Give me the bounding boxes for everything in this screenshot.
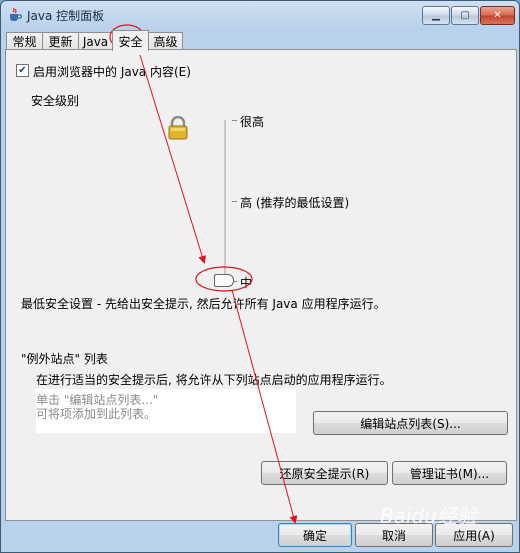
minimize-button[interactable]: ▁ (422, 6, 450, 25)
slider-tick (232, 201, 237, 202)
restore-security-prompts-button[interactable]: 还原安全提示(R) (261, 461, 388, 485)
security-panel: ✔ 启用浏览器中的 Java 内容(E) 安全级别 很高 高 (推荐的最低设置)… (5, 49, 517, 521)
exception-site-list[interactable]: 单击 "编辑站点列表..." 可将项添加到此列表。 (36, 389, 296, 433)
slider-tick (232, 120, 237, 121)
list-placeholder-line2: 可将项添加到此列表。 (36, 407, 157, 421)
close-button[interactable]: ✕ (480, 6, 515, 25)
maximize-icon: ▢ (460, 10, 470, 21)
ok-button[interactable]: 确定 (278, 523, 352, 547)
enable-java-checkbox[interactable]: ✔ (16, 64, 29, 77)
edit-site-list-button[interactable]: 编辑站点列表(S)... (313, 411, 508, 435)
exception-sites-description: 在进行适当的安全提示后, 将允许从下列站点启动的应用程序运行。 (36, 373, 392, 387)
tab-general[interactable]: 常规 (6, 32, 43, 50)
close-icon: ✕ (493, 10, 502, 21)
lock-icon (168, 116, 188, 140)
java-cup-icon (10, 7, 23, 21)
window-title: Java 控制面板 (27, 9, 105, 23)
level-high-label: 高 (推荐的最低设置) (240, 196, 350, 210)
enable-java-label[interactable]: 启用浏览器中的 Java 内容(E) (33, 63, 191, 80)
exception-sites-heading: "例外站点" 列表 (21, 352, 108, 366)
tab-update[interactable]: 更新 (42, 32, 79, 50)
watermark: Baidu经验 (380, 504, 477, 528)
maximize-button[interactable]: ▢ (451, 6, 479, 25)
tab-java[interactable]: Java (78, 32, 113, 50)
slider-thumb[interactable] (214, 274, 234, 287)
security-level-slider[interactable] (224, 120, 226, 278)
tab-security[interactable]: 安全 (112, 30, 149, 51)
level-medium-label: 中 (240, 276, 253, 290)
tab-advanced[interactable]: 高级 (148, 32, 183, 50)
manage-certificates-button[interactable]: 管理证书(M)... (392, 461, 507, 485)
java-control-panel-window: Java 控制面板 ▁ ▢ ✕ 常规 更新 Java 安全 高级 ✔ 启用浏览器… (0, 0, 520, 553)
title-bar[interactable]: Java 控制面板 ▁ ▢ ✕ (1, 1, 519, 29)
security-level-heading: 安全级别 (31, 94, 80, 108)
minimize-icon: ▁ (432, 10, 440, 21)
level-very-high-label: 很高 (240, 115, 265, 129)
level-description: 最低安全设置 - 先给出安全提示, 然后允许所有 Java 应用程序运行。 (21, 297, 386, 311)
